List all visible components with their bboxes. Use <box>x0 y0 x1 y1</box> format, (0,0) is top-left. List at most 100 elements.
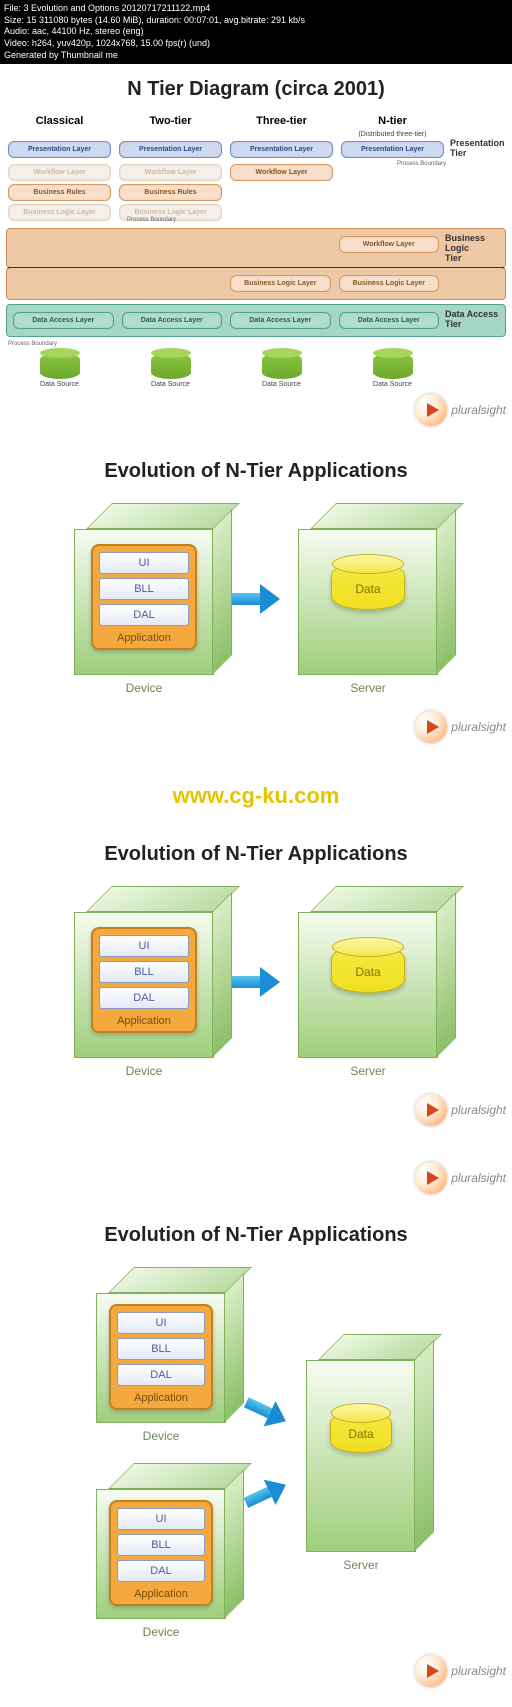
col-head-classical: Classical <box>6 115 113 127</box>
play-icon <box>415 1094 447 1126</box>
layer-workflow: Workflow Layer <box>230 164 333 181</box>
layer-presentation: Presentation Layer <box>230 141 333 158</box>
pluralsight-logo: pluralsight <box>415 394 506 426</box>
application-label: Application <box>117 1390 205 1404</box>
data-source: Data Source <box>117 353 224 388</box>
slide-evolution-1: Evolution of N-Tier Applications UI BLL … <box>0 446 512 745</box>
slide-evolution-2: Evolution of N-Tier Applications UI BLL … <box>0 829 512 1128</box>
process-boundary-label: Process Boundary <box>8 341 506 347</box>
business-logic-tier-band: Process Boundary Workflow Layer Business… <box>6 228 506 268</box>
server-box: Data Server <box>298 886 438 1078</box>
business-logic-tier-band-2: Business Logic Layer Business Logic Laye… <box>6 267 506 300</box>
layer-presentation: Presentation Layer <box>8 141 111 158</box>
layer-bll: BLL <box>117 1534 205 1556</box>
layer-ui: UI <box>99 552 189 574</box>
tier-label-business-logic: Business Logic Tier <box>445 233 501 263</box>
col-head-two-tier: Two-tier <box>117 115 224 127</box>
layer-business-rules: Business Rules <box>119 184 222 201</box>
data-source: Data Source <box>6 353 113 388</box>
application-panel: UI BLL DAL Application <box>109 1500 213 1606</box>
server-box: Data Server <box>306 1334 416 1572</box>
process-boundary-label: Process Boundary <box>339 161 446 167</box>
server-label: Server <box>298 1058 438 1078</box>
slide-title: Evolution of N-Tier Applications <box>0 829 512 876</box>
layer-bll: BLL <box>99 578 189 600</box>
layer-presentation: Presentation Layer <box>341 141 444 158</box>
layer-ui: UI <box>117 1312 205 1334</box>
slide-title: Evolution of N-Tier Applications <box>0 1210 512 1257</box>
layer-data-access: Data Access Layer <box>230 312 331 329</box>
pluralsight-logo: pluralsight <box>415 711 506 743</box>
play-icon <box>415 1162 447 1194</box>
slide-title: Evolution of N-Tier Applications <box>0 446 512 493</box>
server-box: Data Server <box>298 503 438 695</box>
layer-data-access: Data Access Layer <box>122 312 223 329</box>
layer-business-rules: Business Rules <box>8 184 111 201</box>
device-label: Device <box>74 675 214 695</box>
device-box: UI BLL DAL Application Device <box>74 886 214 1078</box>
arrow-icon <box>241 1475 290 1514</box>
application-label: Application <box>99 630 189 644</box>
process-boundary-label: Process Boundary <box>127 217 176 223</box>
meta-generated: Generated by Thumbnail me <box>4 50 508 62</box>
layer-ui: UI <box>117 1508 205 1530</box>
meta-audio: Audio: aac, 44100 Hz, stereo (eng) <box>4 26 508 38</box>
data-cylinder: Data <box>331 562 405 610</box>
layer-workflow-faded: Workflow Layer <box>8 164 111 181</box>
application-panel: UI BLL DAL Application <box>109 1304 213 1410</box>
arrow-icon <box>241 1393 290 1432</box>
pluralsight-logo: pluralsight <box>415 1094 506 1126</box>
slide-ntier-diagram: N Tier Diagram (circa 2001) Classical Tw… <box>0 64 512 428</box>
layer-business-logic: Business Logic Layer <box>339 275 440 292</box>
device-box: UI BLL DAL Application Device <box>96 1463 226 1639</box>
col-head-three-tier: Three-tier <box>228 115 335 127</box>
data-source: Data Source <box>339 353 446 388</box>
data-source: Data Source <box>228 353 335 388</box>
pluralsight-logo: pluralsight <box>415 1162 506 1194</box>
arrow-icon <box>232 587 280 611</box>
application-label: Application <box>117 1586 205 1600</box>
col-head-n-tier: N-tier <box>339 115 446 127</box>
play-icon <box>415 1655 447 1687</box>
play-icon <box>415 711 447 743</box>
tier-label-presentation: Presentation Tier <box>450 138 506 161</box>
device-box: UI BLL DAL Application Device <box>74 503 214 695</box>
layer-business-logic: Business Logic Layer <box>230 275 331 292</box>
layer-workflow-faded: Workflow Layer <box>119 164 222 181</box>
layer-dal: DAL <box>99 604 189 626</box>
meta-video: Video: h264, yuv420p, 1024x768, 15.00 fp… <box>4 38 508 50</box>
layer-dal: DAL <box>117 1560 205 1582</box>
tier-label-data-access: Data Access Tier <box>445 309 501 332</box>
logo-spacer: pluralsight <box>0 1146 512 1196</box>
col-sub-n-tier: (Distributed three-tier) <box>339 131 446 138</box>
data-cylinder: Data <box>330 1411 392 1453</box>
device-label: Device <box>96 1423 226 1443</box>
device-label: Device <box>96 1619 226 1639</box>
layer-dal: DAL <box>99 987 189 1009</box>
meta-file: File: 3 Evolution and Options 2012071721… <box>4 3 508 15</box>
data-cylinder: Data <box>331 945 405 993</box>
layer-bll: BLL <box>99 961 189 983</box>
application-panel: UI BLL DAL Application <box>91 927 197 1033</box>
layer-ui: UI <box>99 935 189 957</box>
layer-bll: BLL <box>117 1338 205 1360</box>
layer-business-logic-faded: Business Logic Layer <box>8 204 111 221</box>
server-label: Server <box>306 1552 416 1572</box>
data-access-tier-band: Data Access Layer Data Access Layer Data… <box>6 304 506 337</box>
layer-data-access: Data Access Layer <box>13 312 114 329</box>
device-box: UI BLL DAL Application Device <box>96 1267 226 1443</box>
server-label: Server <box>298 675 438 695</box>
device-label: Device <box>74 1058 214 1078</box>
layer-data-access: Data Access Layer <box>339 312 440 329</box>
layer-dal: DAL <box>117 1364 205 1386</box>
meta-size: Size: 15 311080 bytes (14.60 MiB), durat… <box>4 15 508 27</box>
application-panel: UI BLL DAL Application <box>91 544 197 650</box>
file-metadata: File: 3 Evolution and Options 2012071721… <box>0 0 512 64</box>
play-icon <box>415 394 447 426</box>
slide-evolution-3: Evolution of N-Tier Applications UI BLL … <box>0 1210 512 1689</box>
pluralsight-logo: pluralsight <box>415 1655 506 1687</box>
layer-presentation: Presentation Layer <box>119 141 222 158</box>
slide-title: N Tier Diagram (circa 2001) <box>0 64 512 111</box>
application-label: Application <box>99 1013 189 1027</box>
layer-workflow: Workflow Layer <box>339 236 440 253</box>
